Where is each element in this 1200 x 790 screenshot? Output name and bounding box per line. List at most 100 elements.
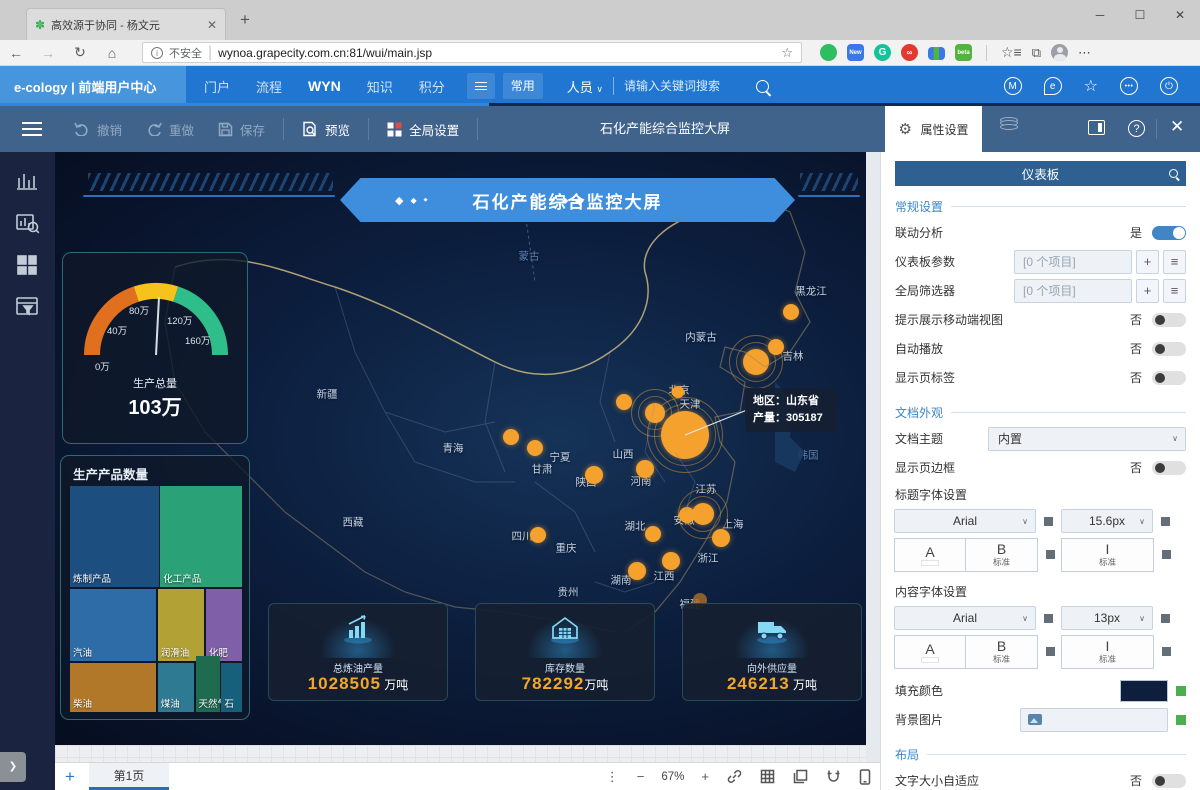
dashboard-canvas[interactable]: 蒙古黑龙江内蒙古吉林新疆北京天津宁夏山西青海甘肃陕西河南江苏安徽上海湖北四川重庆… [55, 152, 866, 745]
map-bubble[interactable] [636, 460, 654, 478]
favorites-quick-button[interactable]: 常用 [502, 73, 543, 99]
panel-layout-icon[interactable] [1088, 120, 1105, 135]
back-button[interactable]: ← [0, 45, 32, 61]
map-bubble[interactable] [616, 394, 632, 410]
bind-square-icon[interactable] [1044, 516, 1053, 526]
map-bubble[interactable] [678, 489, 728, 539]
bind-square-icon[interactable] [1161, 516, 1170, 526]
echat-icon[interactable]: e [1043, 77, 1062, 95]
title-font-color-button[interactable]: A [894, 538, 966, 572]
page-options-icon[interactable]: ⋮ [606, 769, 619, 785]
menu-item-portal[interactable]: 门户 [204, 77, 230, 96]
browser-tab[interactable]: ✽ 高效源于协同 - 杨文元 ✕ [26, 8, 226, 40]
url-text[interactable]: wynoa.grapecity.com.cn:81/wui/main.jsp [218, 46, 775, 60]
treemap-tile[interactable]: 汽油 [70, 588, 156, 662]
more-icon[interactable]: ••• [1120, 77, 1138, 95]
params-add-button[interactable]: + [1136, 249, 1159, 274]
url-box[interactable]: i 不安全 | wynoa.grapecity.com.cn:81/wui/ma… [142, 42, 802, 63]
treemap-panel[interactable]: 生产产品数量 炼制产品 化工产品汽油 润滑油 化肥柴油 煤油 天然气石 [60, 455, 250, 720]
forward-button[interactable]: → [32, 45, 64, 61]
treemap-tile[interactable]: 化工产品 [160, 486, 242, 587]
browser-menu-icon[interactable]: ⋯ [1078, 45, 1092, 61]
page-tab-1[interactable]: 第1页 [88, 763, 169, 790]
home-button[interactable]: ⌂ [96, 45, 128, 61]
map-bubble[interactable] [585, 466, 603, 484]
title-font-size-dropdown[interactable]: 15.6px ∨ [1061, 509, 1153, 533]
map-bubble[interactable] [647, 397, 723, 473]
site-info-icon[interactable]: i [151, 46, 163, 59]
map-bubble[interactable] [645, 526, 661, 542]
autoplay-toggle[interactable] [1152, 341, 1186, 356]
treemap-tile[interactable]: 化肥 [205, 588, 242, 662]
content-italic-button[interactable]: I 标准 [1061, 635, 1154, 669]
search-scope-dropdown[interactable]: 人员 ∨ [567, 77, 603, 96]
bind-square-icon[interactable] [1161, 613, 1170, 623]
data-binding-icon[interactable] [1000, 116, 1018, 139]
close-designer-icon[interactable]: ✕ [1170, 117, 1184, 137]
collections-icon[interactable]: ⧉ [1032, 45, 1041, 61]
params-list-button[interactable]: ≡ [1163, 249, 1186, 274]
evernote-extension-icon[interactable] [820, 44, 837, 61]
treemap-tile[interactable]: 润滑油 [157, 588, 205, 662]
mobile-preview-icon[interactable] [859, 768, 871, 785]
magnet-snap-icon[interactable] [826, 769, 841, 784]
canvas-scrollbar-gutter[interactable] [866, 152, 880, 762]
filters-input[interactable]: [0 个项目] [1014, 278, 1132, 303]
global-settings-button[interactable]: 全局设置 [387, 120, 459, 139]
keyword-search-input[interactable] [623, 79, 752, 93]
treemap-tile[interactable]: 柴油 [70, 663, 156, 712]
search-icon[interactable] [1169, 169, 1178, 178]
save-button[interactable]: 保存 [218, 120, 265, 139]
data-analysis-icon[interactable] [14, 210, 40, 236]
treemap-tile[interactable]: 煤油 [157, 663, 194, 712]
link-icon[interactable] [727, 769, 742, 784]
title-font-family-dropdown[interactable]: Arial ∨ [894, 509, 1036, 533]
rail-expander[interactable]: ❯ [0, 752, 26, 782]
redo-button[interactable]: 重做 [146, 120, 194, 139]
brand-title[interactable]: e-cology | 前端用户中心 [0, 66, 186, 106]
favorites-bar-icon[interactable]: ☆≡ [1001, 44, 1022, 61]
grammarly-extension-icon[interactable]: G [874, 44, 891, 61]
map-bubble[interactable] [503, 429, 519, 445]
content-bold-button[interactable]: B 标准 [966, 635, 1038, 669]
content-font-color-button[interactable]: A [894, 635, 966, 669]
red-extension-icon[interactable]: ∞ [901, 44, 918, 61]
menu-item-knowledge[interactable]: 知识 [367, 77, 393, 96]
content-font-size-dropdown[interactable]: 13px ∨ [1061, 606, 1153, 630]
profile-avatar[interactable] [1051, 44, 1069, 61]
minimize-button[interactable]: ─ [1080, 0, 1120, 30]
new-tab-button[interactable]: + [240, 10, 250, 30]
bind-square-icon[interactable] [1046, 647, 1055, 656]
undo-button[interactable]: 撤销 [74, 120, 122, 139]
gauge-panel[interactable]: 0万 40万 80万 120万 160万 生产总量 103万 [62, 252, 248, 444]
stat-card-supply[interactable]: 向外供应量 246213 万吨 [682, 603, 862, 701]
fill-color-swatch[interactable] [1120, 679, 1168, 702]
menu-item-flow[interactable]: 流程 [256, 77, 282, 96]
bind-square-icon[interactable] [1044, 613, 1053, 623]
apps-menu-button[interactable] [466, 73, 495, 99]
new-extension-icon[interactable]: New [847, 44, 864, 61]
treemap-tile[interactable]: 炼制产品 [70, 486, 159, 587]
bind-green-square-icon[interactable] [1176, 685, 1186, 696]
selected-element-header[interactable]: 仪表板 [895, 161, 1186, 186]
title-italic-button[interactable]: I 标准 [1061, 538, 1154, 572]
zoom-out-button[interactable]: − [637, 769, 645, 784]
dashboard-banner[interactable]: ◆ ◆ ◆ 石化产能综合监控大屏 ◆ ◆ ◆ [340, 178, 795, 222]
zoom-in-button[interactable]: + [701, 769, 709, 784]
maximize-button[interactable]: ☐ [1120, 0, 1160, 30]
page-border-toggle[interactable] [1152, 460, 1186, 475]
page-tabs-toggle[interactable] [1152, 370, 1186, 385]
search-icon[interactable] [755, 79, 769, 93]
treemap-tile[interactable]: 石 [221, 663, 242, 712]
stat-card-inventory[interactable]: 库存数量 782292万吨 [475, 603, 655, 701]
tab-property-settings[interactable]: ⚙ 属性设置 [885, 106, 982, 152]
stats-extension-icon[interactable] [928, 47, 945, 60]
bookmark-star-icon[interactable]: ☆ [781, 45, 793, 61]
designer-menu-icon[interactable] [22, 122, 42, 136]
map-bubble[interactable] [729, 335, 783, 389]
mobile-hint-toggle[interactable] [1152, 312, 1186, 327]
help-icon[interactable]: ? [1128, 120, 1145, 137]
filters-add-button[interactable]: + [1136, 278, 1159, 303]
params-input[interactable]: [0 个项目] [1014, 249, 1132, 274]
map-bubble[interactable] [530, 527, 546, 543]
